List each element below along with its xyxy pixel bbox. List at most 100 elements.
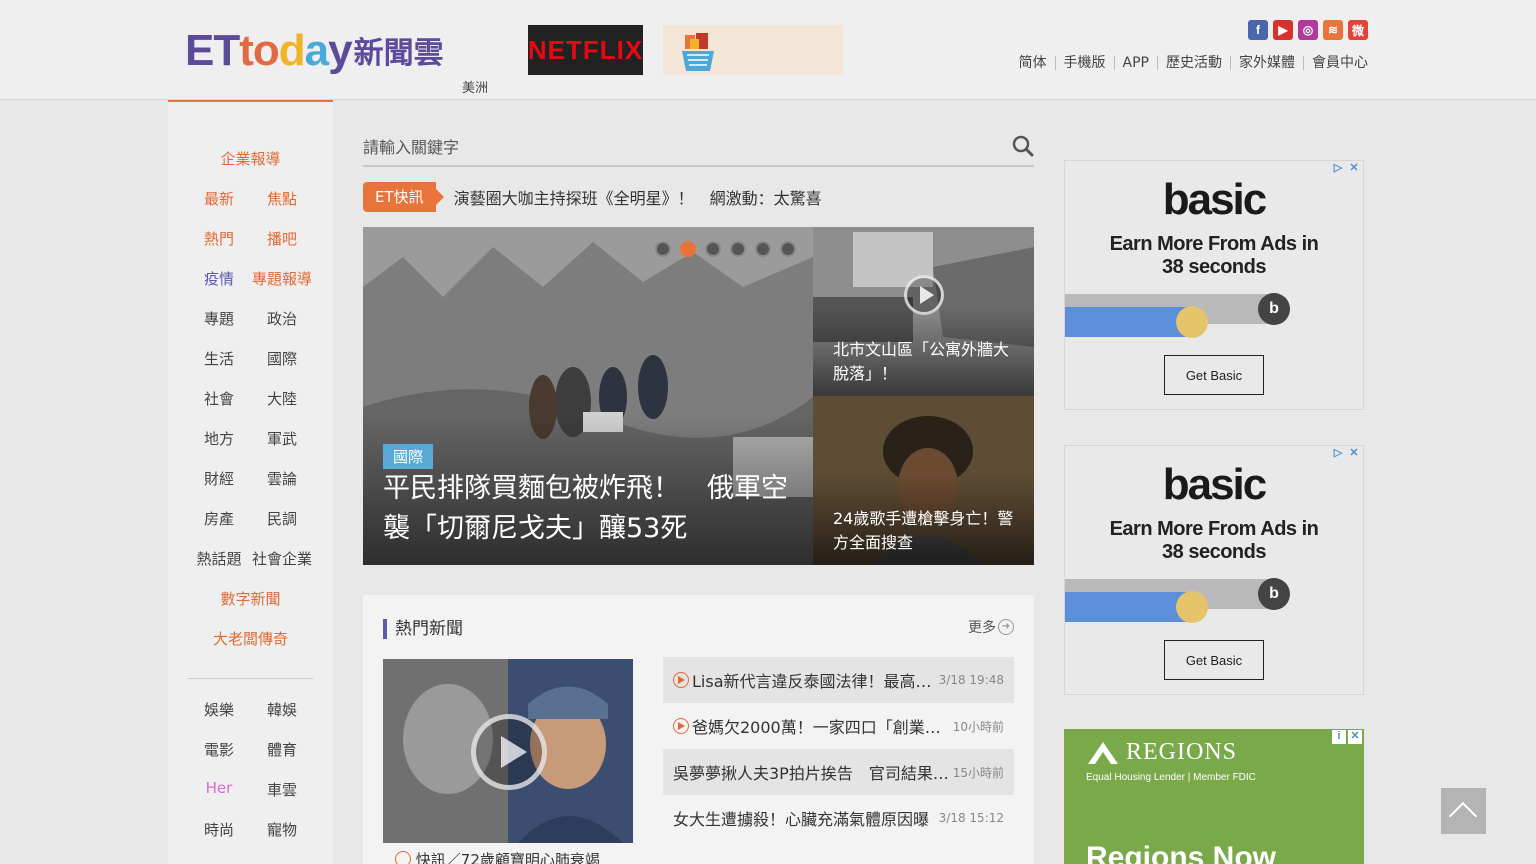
sidebar-item-her[interactable]: Her xyxy=(188,779,251,800)
get-basic-button[interactable]: Get Basic xyxy=(1164,640,1264,680)
ad-choices[interactable]: ▷ ✕ xyxy=(1331,162,1361,176)
adchoices-icon[interactable]: ▷ xyxy=(1331,447,1345,461)
side-news-title[interactable]: 24歲歌手遭槍擊身亡！警方全面搜查 xyxy=(833,507,1023,555)
more-label: 更多 xyxy=(968,620,996,636)
sidebar-item-international[interactable]: 國際 xyxy=(251,348,314,369)
youtube-icon[interactable]: ▶ xyxy=(1273,20,1293,40)
regions-pyramid-icon xyxy=(1088,741,1118,764)
sidebar-item-entertainment[interactable]: 娛樂 xyxy=(188,699,251,720)
sidebar-item-cars[interactable]: 車雲 xyxy=(251,779,314,800)
sidebar-item-korean-ent[interactable]: 韓娛 xyxy=(251,699,314,720)
basic-brand-icon: b xyxy=(1258,293,1290,325)
sidebar-item-boss-legend[interactable]: 大老闆傳奇 xyxy=(213,628,288,649)
search-bar xyxy=(363,130,1034,167)
sidebar-item-hot[interactable]: 熱門 xyxy=(188,228,251,249)
sidebar-item-life[interactable]: 生活 xyxy=(188,348,251,369)
close-icon[interactable]: ✕ xyxy=(1347,162,1361,176)
nav-mobile[interactable]: 手機版 xyxy=(1054,56,1114,70)
sidebar-item-movies[interactable]: 電影 xyxy=(188,739,251,760)
basic-logo: basic xyxy=(1162,460,1268,509)
sidebar-item-society[interactable]: 社會 xyxy=(188,388,251,409)
ad-choices[interactable]: i ✕ xyxy=(1332,730,1362,744)
sidebar-item-pets[interactable]: 寵物 xyxy=(251,819,314,840)
sidebar-item-epidemic[interactable]: 疫情 xyxy=(188,268,251,289)
carousel-dot[interactable] xyxy=(655,241,671,257)
nav-history-events[interactable]: 歷史活動 xyxy=(1157,56,1230,70)
nav-simplified[interactable]: 简体 xyxy=(1011,56,1055,70)
sidebar-item-topics[interactable]: 專題 xyxy=(188,308,251,329)
hot-news-item[interactable]: 女大生遭擄殺！心臟充滿氣體原因曝 3/18 15:12 xyxy=(663,795,1014,841)
basic-progress-knob xyxy=(1176,306,1208,338)
carousel-dot[interactable] xyxy=(755,241,771,257)
close-icon[interactable]: ✕ xyxy=(1347,447,1361,461)
region-label[interactable]: 美洲 xyxy=(462,77,488,96)
hot-news-item[interactable]: Lisa新代言違反泰國法律！最高「罰… 3/18 19:48 xyxy=(663,657,1014,703)
regions-subtitle: Equal Housing Lender | Member FDIC xyxy=(1086,772,1256,783)
basic-ad[interactable]: ▷ ✕ basic Earn More From Ads in 38 seconds… xyxy=(1064,160,1364,410)
facebook-icon[interactable]: f xyxy=(1248,20,1268,40)
sidebar-item-hot-topics[interactable]: 熱話題 xyxy=(188,548,251,569)
hot-news-item-time: 15小時前 xyxy=(952,765,1004,780)
regions-ad[interactable]: i ✕ REGIONS Equal Housing Lender | Member… xyxy=(1064,729,1364,864)
adchoices-icon[interactable]: i xyxy=(1332,730,1346,744)
flash-headline[interactable]: 演藝圈大咖主持探班《全明星》！ 網激動：太驚喜 xyxy=(454,185,822,209)
sidebar-item-fashion[interactable]: 時尚 xyxy=(188,819,251,840)
rss-icon[interactable]: ≋ xyxy=(1323,20,1343,40)
nav-outdoor-media[interactable]: 家外媒體 xyxy=(1230,56,1303,70)
instagram-icon[interactable]: ◎ xyxy=(1298,20,1318,40)
sidebar-item-finance[interactable]: 財經 xyxy=(188,468,251,489)
video-icon xyxy=(673,718,689,734)
nav-app[interactable]: APP xyxy=(1113,56,1157,70)
side-news-title[interactable]: 北市文山區「公寓外牆大脫落」！ xyxy=(833,338,1023,386)
ad-choices[interactable]: ▷ ✕ xyxy=(1331,447,1361,461)
shopping-ad-banner[interactable] xyxy=(663,25,843,75)
hot-news-thumbnail[interactable] xyxy=(383,659,633,843)
sidebar-item-sports[interactable]: 體育 xyxy=(251,739,314,760)
side-news-card[interactable]: 24歲歌手遭槍擊身亡！警方全面搜查 xyxy=(813,396,1034,565)
weibo-icon[interactable]: 微 xyxy=(1348,20,1368,40)
sidebar-item-social-enterprise[interactable]: 社會企業 xyxy=(251,548,314,569)
sidebar-item-latest[interactable]: 最新 xyxy=(188,188,251,209)
hero-category-badge[interactable]: 國際 xyxy=(383,444,434,469)
netflix-ad-banner[interactable]: NETFLIX xyxy=(528,25,643,75)
sidebar-item-special-report[interactable]: 專題報導 xyxy=(251,268,314,289)
sidebar-item-real-estate[interactable]: 房產 xyxy=(188,508,251,529)
more-link[interactable]: 更多 ➜ xyxy=(968,617,1014,637)
sidebar-item-broadcast[interactable]: 播吧 xyxy=(251,228,314,249)
carousel-dot-active[interactable] xyxy=(680,241,696,257)
regions-headline: Regions Now xyxy=(1086,841,1277,864)
basic-headline: Earn More From Ads in 38 seconds xyxy=(1109,233,1319,278)
sidebar-item-digital-news[interactable]: 數字新聞 xyxy=(220,588,280,609)
sidebar-item-corporate[interactable]: 企業報導 xyxy=(220,148,280,169)
sidebar-item-military[interactable]: 軍武 xyxy=(251,428,314,449)
basic-progress-fill xyxy=(1065,307,1192,337)
video-icon xyxy=(395,851,411,864)
play-icon[interactable] xyxy=(471,714,547,790)
hot-news-item[interactable]: 爸媽欠2000萬！一家四口「創業責… 10小時前 xyxy=(663,703,1014,749)
hot-news-thumbnail-caption[interactable]: 快訊／72歲顧寶明心肺衰竭 xyxy=(395,849,600,864)
carousel-dot[interactable] xyxy=(780,241,796,257)
sidebar-item-local[interactable]: 地方 xyxy=(188,428,251,449)
carousel-dot[interactable] xyxy=(730,241,746,257)
hero-title[interactable]: 平民排隊買麵包被炸飛！ 俄軍空襲「切爾尼戈夫」釀53死 xyxy=(383,469,803,549)
search-input[interactable] xyxy=(363,130,983,164)
search-icon[interactable] xyxy=(1012,135,1034,157)
get-basic-button[interactable]: Get Basic xyxy=(1164,355,1264,395)
hot-news-item-title: 吳夢夢揪人夫3P拍片挨告 官司結果… xyxy=(673,764,949,783)
close-icon[interactable]: ✕ xyxy=(1348,730,1362,744)
hot-news-item[interactable]: 吳夢夢揪人夫3P拍片挨告 官司結果… 15小時前 xyxy=(663,749,1014,795)
sidebar-item-china[interactable]: 大陸 xyxy=(251,388,314,409)
side-news-card[interactable]: 北市文山區「公寓外牆大脫落」！ xyxy=(813,227,1034,396)
sidebar-item-opinion[interactable]: 雲論 xyxy=(251,468,314,489)
site-logo[interactable]: ETtoday 新聞雲 xyxy=(185,24,444,74)
sidebar-divider xyxy=(188,678,313,679)
back-to-top-button[interactable] xyxy=(1441,788,1486,834)
sidebar-item-polls[interactable]: 民調 xyxy=(251,508,314,529)
hero-slide[interactable]: 國際 平民排隊買麵包被炸飛！ 俄軍空襲「切爾尼戈夫」釀53死 xyxy=(363,227,813,565)
nav-member-center[interactable]: 會員中心 xyxy=(1303,56,1368,70)
sidebar-item-politics[interactable]: 政治 xyxy=(251,308,314,329)
adchoices-icon[interactable]: ▷ xyxy=(1331,162,1345,176)
carousel-dot[interactable] xyxy=(705,241,721,257)
sidebar-item-focus[interactable]: 焦點 xyxy=(251,188,314,209)
basic-ad[interactable]: ▷ ✕ basic Earn More From Ads in 38 seconds… xyxy=(1064,445,1364,695)
